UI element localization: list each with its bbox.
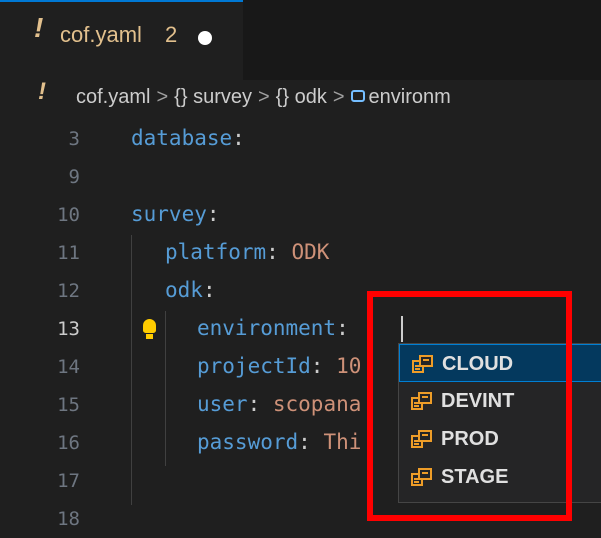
- line-number: 10: [57, 204, 80, 226]
- tab-bar: ! cof.yaml 2: [0, 0, 601, 80]
- chevron-right-icon: >: [156, 86, 169, 108]
- yaml-value: scopana: [260, 392, 362, 416]
- yaml-value: 10: [323, 354, 362, 378]
- yaml-colon: :: [202, 278, 216, 302]
- lightbulb-icon[interactable]: [143, 319, 156, 333]
- breadcrumb-environment[interactable]: environm: [369, 86, 451, 108]
- yaml-colon: :: [298, 430, 311, 454]
- breadcrumb-file[interactable]: cof.yaml: [76, 86, 150, 108]
- line-number: 14: [57, 356, 80, 378]
- annotation-highlight-box: [367, 291, 572, 521]
- breadcrumb-odk[interactable]: odk: [295, 86, 327, 108]
- variable-icon: [350, 89, 365, 102]
- line-number: 11: [57, 242, 80, 264]
- code-line[interactable]: 3 database:: [0, 120, 601, 158]
- line-number: 3: [68, 128, 80, 150]
- yaml-colon: :: [336, 316, 349, 340]
- yaml-value: Thi: [310, 430, 362, 454]
- breadcrumb: ! cof.yaml >{} survey >{} odk > environm: [0, 80, 601, 120]
- object-icon: {}: [275, 86, 290, 108]
- yaml-colon: :: [266, 240, 279, 264]
- chevron-right-icon: >: [332, 86, 345, 108]
- yaml-colon: :: [232, 126, 245, 150]
- yaml-key: platform: [165, 240, 267, 264]
- line-number: 15: [57, 394, 80, 416]
- yaml-file-icon: !: [38, 80, 46, 105]
- line-number: 17: [57, 470, 80, 492]
- line-number: 18: [57, 508, 80, 530]
- line-number: 16: [57, 432, 80, 454]
- yaml-key: survey: [131, 202, 207, 226]
- tab-cof-yaml[interactable]: ! cof.yaml 2: [0, 0, 243, 80]
- yaml-colon: :: [206, 202, 220, 226]
- breadcrumb-survey[interactable]: survey: [193, 86, 252, 108]
- yaml-key: environment: [197, 316, 337, 340]
- yaml-file-icon: !: [34, 12, 44, 43]
- yaml-key: odk: [165, 278, 203, 302]
- line-number: 13: [57, 318, 80, 340]
- object-icon: {}: [174, 86, 188, 108]
- unsaved-dot-icon[interactable]: [198, 31, 212, 45]
- yaml-colon: :: [310, 354, 324, 378]
- yaml-colon: :: [247, 392, 261, 416]
- problems-count: 2: [165, 22, 178, 47]
- yaml-value: ODK: [278, 240, 330, 264]
- chevron-right-icon: >: [257, 86, 270, 108]
- line-number: 12: [57, 280, 80, 302]
- code-line[interactable]: 9: [0, 158, 601, 196]
- yaml-key: user: [197, 392, 248, 416]
- yaml-key: database: [131, 126, 233, 150]
- tab-filename: cof.yaml: [60, 22, 142, 47]
- yaml-key: projectId: [197, 354, 311, 378]
- lightbulb-base: [146, 334, 153, 339]
- code-line[interactable]: 11 platform: ODK: [0, 234, 601, 272]
- yaml-key: password: [197, 430, 299, 454]
- code-line[interactable]: 10 survey:: [0, 196, 601, 234]
- line-number: 9: [68, 166, 80, 188]
